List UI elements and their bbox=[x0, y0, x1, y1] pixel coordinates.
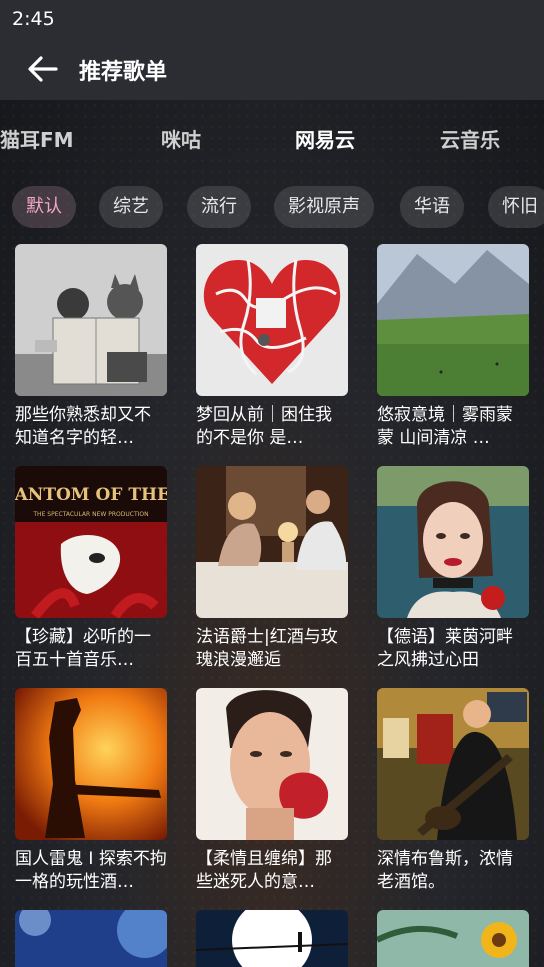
cover-subtitle-text: THE SPECTACULAR NEW PRODUCTION bbox=[32, 511, 148, 518]
playlist-card[interactable]: 【德语】莱茵河畔之风拂过心田 bbox=[377, 466, 529, 672]
playlist-title: 梦回从前｜困住我的不是你 是… bbox=[196, 405, 332, 448]
playlist-cover bbox=[15, 244, 167, 396]
playlist-cover: THE PHANTOM OF THE OPERA THE SPECTACULAR… bbox=[15, 466, 167, 618]
chip-variety[interactable]: 综艺 bbox=[99, 186, 163, 228]
tab-netease[interactable]: 网易云 bbox=[295, 124, 355, 153]
status-bar: 2:45 bbox=[0, 0, 544, 36]
playlist-cover bbox=[377, 244, 529, 396]
back-arrow-icon[interactable] bbox=[26, 54, 58, 84]
status-time: 2:45 bbox=[12, 8, 55, 30]
chip-default[interactable]: 默认 bbox=[12, 186, 76, 228]
playlist-cover-partial[interactable] bbox=[196, 910, 348, 967]
playlist-cover-partial[interactable] bbox=[377, 910, 529, 967]
playlist-title: 【德语】莱茵河畔之风拂过心田 bbox=[377, 627, 513, 670]
playlist-cover bbox=[196, 688, 348, 840]
playlist-cover bbox=[196, 466, 348, 618]
chip-soundtrack[interactable]: 影视原声 bbox=[274, 186, 374, 228]
playlist-cover bbox=[15, 688, 167, 840]
cover-title-text: THE PHANTOM OF THE OPERA bbox=[15, 485, 167, 505]
playlist-title: 深情布鲁斯，浓情老酒馆。 bbox=[377, 849, 513, 892]
playlist-card[interactable]: 那些你熟悉却又不知道名字的轻… bbox=[15, 244, 167, 450]
playlist-title: 【珍藏】必听的一百五十首音乐… bbox=[15, 627, 151, 670]
playlist-card[interactable]: 深情布鲁斯，浓情老酒馆。 bbox=[377, 688, 529, 894]
playlist-cover bbox=[377, 466, 529, 618]
playlist-title: 【柔情且缠绵】那些迷死人的意… bbox=[196, 849, 332, 892]
playlist-title: 悠寂意境｜雾雨蒙蒙 山间清凉 … bbox=[377, 405, 513, 448]
playlist-card[interactable]: 国人雷鬼 I 探索不拘一格的玩性酒… bbox=[15, 688, 167, 894]
tab-migu[interactable]: 咪咕 bbox=[161, 124, 201, 153]
playlist-title: 法语爵士|红酒与玫瑰浪漫邂逅 bbox=[196, 627, 338, 670]
playlist-card[interactable]: 梦回从前｜困住我的不是你 是… bbox=[196, 244, 348, 450]
tab-maoer[interactable]: 猫耳FM bbox=[0, 124, 74, 153]
app-bar: 推荐歌单 bbox=[0, 36, 544, 100]
playlist-cover bbox=[196, 244, 348, 396]
category-chips: 默认 综艺 流行 影视原声 华语 怀旧 bbox=[0, 186, 544, 230]
playlist-title: 国人雷鬼 I 探索不拘一格的玩性酒… bbox=[15, 849, 167, 892]
playlist-cover bbox=[377, 688, 529, 840]
chip-chinese[interactable]: 华语 bbox=[400, 186, 464, 228]
chip-pop[interactable]: 流行 bbox=[187, 186, 251, 228]
tab-cloud-music[interactable]: 云音乐 bbox=[440, 124, 500, 153]
chip-nostalgic[interactable]: 怀旧 bbox=[488, 186, 544, 228]
playlist-title: 那些你熟悉却又不知道名字的轻… bbox=[15, 405, 151, 448]
playlist-cover-partial[interactable] bbox=[15, 910, 167, 967]
playlist-card[interactable]: 法语爵士|红酒与玫瑰浪漫邂逅 bbox=[196, 466, 348, 672]
playlist-card[interactable]: 【柔情且缠绵】那些迷死人的意… bbox=[196, 688, 348, 894]
source-tabs: 猫耳FM 咪咕 网易云 云音乐 bbox=[0, 100, 544, 172]
playlist-card[interactable]: 悠寂意境｜雾雨蒙蒙 山间清凉 … bbox=[377, 244, 529, 450]
playlist-card[interactable]: THE PHANTOM OF THE OPERA THE SPECTACULAR… bbox=[15, 466, 167, 672]
page-title: 推荐歌单 bbox=[79, 60, 168, 85]
